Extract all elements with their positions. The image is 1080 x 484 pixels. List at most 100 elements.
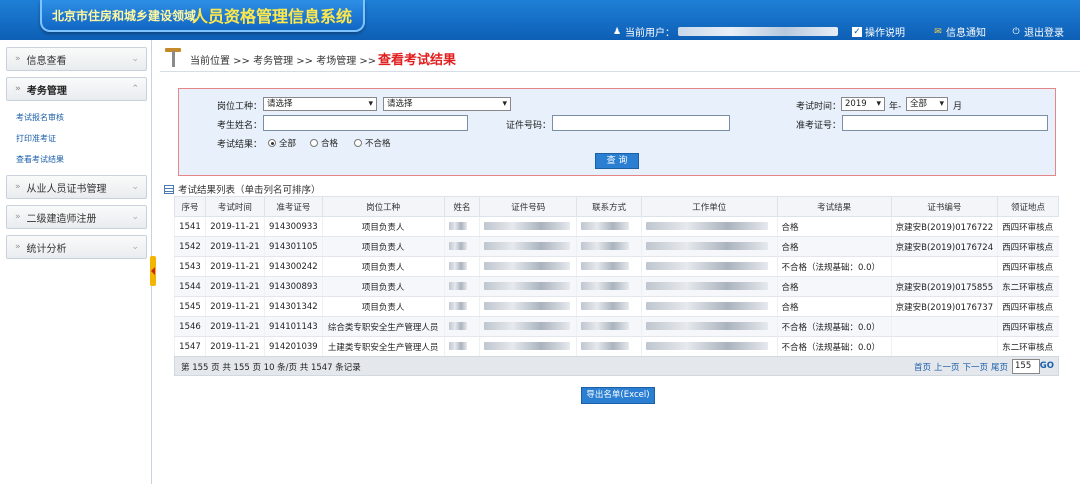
double-chevron-right-icon: » [15, 242, 21, 252]
sidebar-collapse-handle[interactable] [150, 256, 156, 286]
sidebar-item-print-ticket[interactable]: 打印准考证 [16, 133, 56, 144]
redacted-block [581, 262, 630, 270]
cell-contact-redacted [576, 296, 642, 317]
column-header-employer[interactable]: 工作单位 [641, 196, 778, 217]
column-header-date[interactable]: 考试时间 [204, 196, 265, 217]
app-title: 人员资格管理信息系统 [192, 7, 353, 26]
query-button[interactable]: 查 询 [595, 153, 639, 169]
cell-id-redacted [479, 336, 577, 357]
redacted-block [484, 342, 571, 350]
redacted-block [448, 342, 467, 350]
cell-employer-redacted [641, 236, 778, 257]
column-header-name[interactable]: 姓名 [443, 196, 481, 217]
pagination-info: 第 155 页 共 155 页 10 条/页 共 1547 条记录 [181, 363, 361, 373]
export-excel-button[interactable]: 导出名单(Excel) [581, 387, 655, 404]
sidebar-menu-certificates[interactable]: » 从业人员证书管理 ⌄ [6, 175, 147, 199]
redacted-block [484, 222, 571, 230]
column-header-result[interactable]: 考试结果 [776, 196, 892, 217]
cell-ticket: 914101143 [263, 316, 323, 337]
help-label: 操作说明 [865, 28, 905, 39]
id-number-input[interactable] [552, 115, 730, 131]
redacted-block [646, 222, 769, 230]
last-page-link[interactable]: 尾页 [991, 361, 1008, 373]
cell-place: 东二环审核点 [997, 276, 1059, 297]
radio-all[interactable]: 全部 [268, 137, 296, 149]
cell-result: 不合格（法规基础：0.0） [776, 316, 892, 337]
redacted-block [448, 322, 467, 330]
sidebar-item-view-results[interactable]: 查看考试结果 [16, 154, 64, 165]
cell-job: 土建类专职安全生产管理人员 [321, 336, 445, 357]
sidebar-item-signup-review[interactable]: 考试报名审核 [16, 112, 64, 123]
name-input[interactable] [263, 115, 468, 131]
redacted-block [484, 302, 571, 310]
page-number-input[interactable]: 155 [1012, 359, 1040, 374]
cell-place: 东二环审核点 [997, 336, 1059, 357]
column-header-ticket[interactable]: 准考证号 [263, 196, 323, 217]
breadcrumb-path: 当前位置 >> 考务管理 >> 考场管理 >> [190, 56, 377, 67]
cell-job: 项目负责人 [321, 276, 445, 297]
job-type-select[interactable]: 请选择 [383, 97, 511, 111]
table-header-row: 序号 考试时间 准考证号 岗位工种 姓名 证件号码 联系方式 工作单位 考试结果… [174, 196, 1059, 217]
go-button[interactable]: GO [1040, 361, 1054, 371]
sidebar-menu-info[interactable]: » 信息查看 ⌄ [6, 47, 147, 71]
next-page-link[interactable]: 下一页 [962, 361, 988, 373]
redacted-block [484, 262, 571, 270]
double-chevron-right-icon: » [15, 212, 21, 222]
cell-id-redacted [479, 316, 577, 337]
cell-cert: 京建安B(2019)0176724 [890, 236, 998, 257]
job-category-select[interactable]: 请选择 [263, 97, 377, 111]
logout-link[interactable]: ⏻ 退出登录 [1011, 24, 1064, 40]
cell-place: 西四环审核点 [997, 216, 1059, 237]
cell-id-redacted [479, 236, 577, 257]
table-icon [164, 184, 174, 194]
cell-ticket: 914300933 [263, 216, 323, 237]
cell-job: 项目负责人 [321, 216, 445, 237]
sidebar-menu-registration[interactable]: » 二级建造师注册 ⌄ [6, 205, 147, 229]
cell-name-redacted [443, 336, 480, 357]
redacted-block [448, 222, 467, 230]
notice-link[interactable]: ✉ 信息通知 [933, 24, 986, 40]
sidebar-menu-statistics[interactable]: » 统计分析 ⌄ [6, 235, 147, 259]
cell-job: 项目负责人 [321, 256, 445, 277]
column-header-no[interactable]: 序号 [174, 196, 206, 217]
radio-fail[interactable]: 不合格 [354, 137, 391, 149]
column-header-cert[interactable]: 证书编号 [890, 196, 999, 217]
radio-pass[interactable]: 合格 [310, 137, 338, 149]
cell-date: 2019-11-21 [204, 316, 265, 337]
checkbox-icon: ✓ [852, 26, 862, 37]
column-header-id[interactable]: 证件号码 [479, 196, 578, 217]
exam-time-label: 考试时间： [796, 102, 842, 112]
cell-result: 不合格（法规基础：0.0） [776, 336, 892, 357]
redacted-block [646, 342, 769, 350]
chevron-down-icon: ⌄ [131, 212, 139, 222]
cell-result: 合格 [776, 236, 892, 257]
current-user-label: 当前用户： [625, 28, 675, 39]
cell-place: 西四环审核点 [997, 316, 1059, 337]
radio-checked-icon [268, 139, 276, 147]
notice-label: 信息通知 [946, 28, 986, 39]
sidebar-menu-label: 统计分析 [26, 243, 67, 255]
column-header-place[interactable]: 领证地点 [997, 196, 1059, 217]
redacted-block [484, 322, 571, 330]
table-row: 1545 2019-11-21 914301342 项目负责人 合格 京建安B(2019)… [174, 296, 1059, 317]
name-label: 考生姓名： [217, 121, 263, 131]
first-page-link[interactable]: 首页 [914, 361, 931, 373]
ticket-label: 准考证号： [796, 121, 842, 131]
help-link[interactable]: ✓ 操作说明 [852, 24, 905, 39]
month-select[interactable]: 全部 [906, 97, 948, 111]
sidebar-menu-exam[interactable]: » 考务管理 ⌃ [6, 77, 147, 101]
cell-no: 1545 [174, 296, 206, 317]
app-logo: 北京市住房和城乡建设领域 人员资格管理信息系统 [40, 0, 365, 32]
cell-no: 1541 [174, 216, 206, 237]
table-row: 1543 2019-11-21 914300242 项目负责人 不合格（法规基础：0.0… [174, 256, 1059, 277]
year-select[interactable]: 2019 [841, 97, 885, 111]
sidebar-menu-label: 信息查看 [26, 55, 67, 67]
cell-no: 1544 [174, 276, 206, 297]
ticket-number-input[interactable] [842, 115, 1048, 131]
column-header-job[interactable]: 岗位工种 [321, 196, 445, 217]
prev-page-link[interactable]: 上一页 [934, 361, 960, 373]
breadcrumb: 当前位置 >> 考务管理 >> 考场管理 >> 查看考试结果 [160, 42, 1080, 72]
cell-name-redacted [443, 276, 480, 297]
cell-cert [890, 316, 998, 337]
column-header-contact[interactable]: 联系方式 [576, 196, 643, 217]
